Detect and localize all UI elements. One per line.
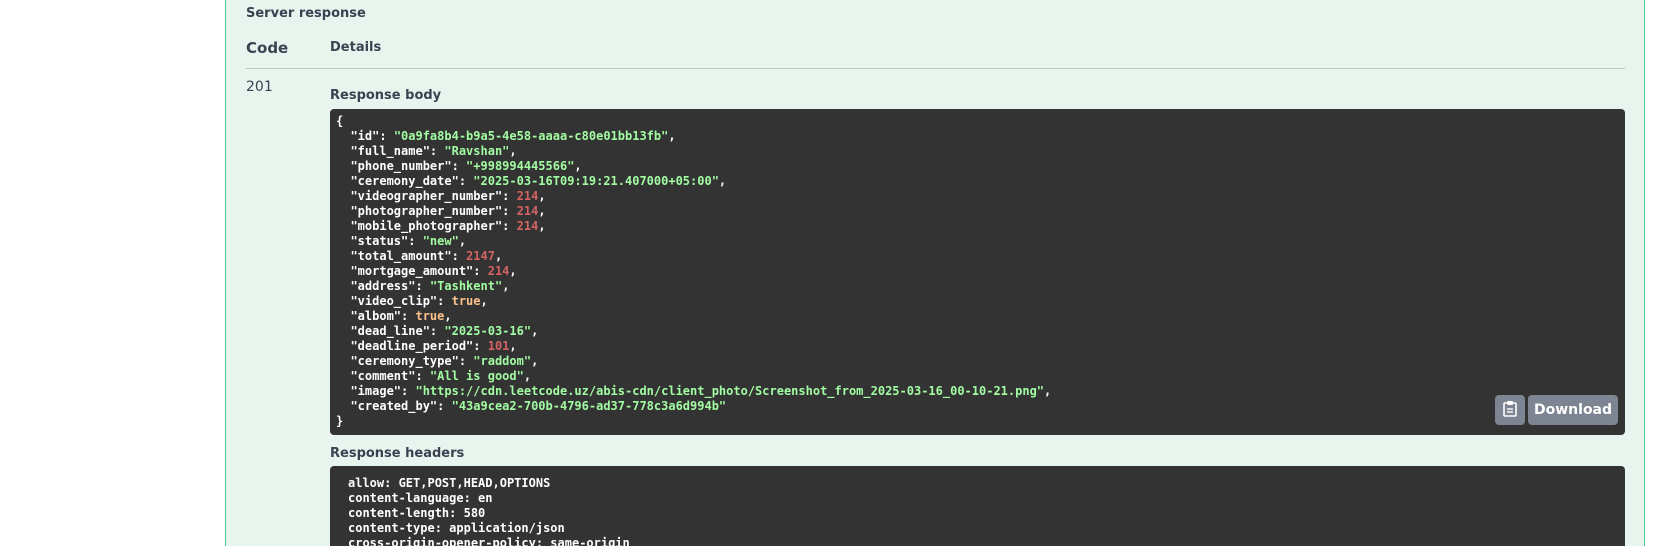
json-value: "All is good" [429,369,524,383]
json-key: "status" [336,234,409,248]
json-value: "Tashkent" [429,279,503,293]
json-line-status: "status": "new", [336,234,467,248]
json-key: "address" [336,279,416,293]
response-headers-label: Response headers [330,446,465,461]
json-key: "videographer_number" [336,189,503,203]
json-value: 101 [487,339,510,353]
copy-to-clipboard-button[interactable] [1495,395,1525,425]
clipboard-icon [1502,400,1518,420]
json-value: "new" [422,234,459,248]
json-key: "phone_number" [336,159,452,173]
json-key: "albom" [336,309,402,323]
json-key: "full_name" [336,144,430,158]
json-line-videographer-number: "videographer_number": 214, [336,189,546,203]
json-key: "video_clip" [336,294,438,308]
response-header-line: content-type: application/json [348,521,565,535]
json-value: "Ravshan" [444,144,510,158]
json-value: "raddom" [473,354,532,368]
download-button[interactable]: Download [1528,395,1619,425]
server-response-title: Server response [246,6,366,21]
json-line-dead-line: "dead_line": "2025-03-16", [336,324,539,338]
response-header-line: cross-origin-opener-policy: same-origin [348,536,630,546]
json-line-ceremony-type: "ceremony_type": "raddom", [336,354,539,368]
json-line-id: "id": "0a9fa8b4-b9a5-4e58-aaaa-c80e01bb1… [336,129,676,143]
json-key: "photographer_number" [336,204,503,218]
json-line-image: "image": "https://cdn.leetcode.uz/abis-c… [336,384,1052,398]
json-value: 214 [516,219,539,233]
response-header-line: content-language: en [348,491,493,505]
json-line-total-amount: "total_amount": 2147, [336,249,503,263]
json-key: "total_amount" [336,249,452,263]
json-value: 214 [516,189,539,203]
json-value: "0a9fa8b4-b9a5-4e58-aaaa-c80e01bb13fb" [393,129,669,143]
json-close-brace: } [336,414,344,428]
json-open-brace: { [336,114,344,128]
json-value: "43a9cea2-700b-4796-ad37-778c3a6d994b" [451,399,727,413]
response-headers-code[interactable]: allow: GET,POST,HEAD,OPTIONS content-lan… [330,466,1625,546]
code-column-header: Code [246,39,289,57]
json-key: "mobile_photographer" [336,219,503,233]
json-key: "ceremony_type" [336,354,459,368]
response-body-label: Response body [330,88,442,103]
json-value: "2025-03-16" [444,324,532,338]
json-key: "mortgage_amount" [336,264,474,278]
details-column-header: Details [330,40,382,55]
json-value: "+998994445566" [466,159,575,173]
json-line-created-by: "created_by": "43a9cea2-700b-4796-ad37-7… [336,399,727,413]
json-line-address: "address": "Tashkent", [336,279,510,293]
json-line-comment: "comment": "All is good", [336,369,532,383]
table-header-divider [246,68,1625,69]
json-line-phone-number: "phone_number": "+998994445566", [336,159,582,173]
json-value: "2025-03-16T09:19:21.407000+05:00" [473,174,719,188]
json-line-ceremony-date: "ceremony_date": "2025-03-16T09:19:21.40… [336,174,727,188]
json-line-full-name: "full_name": "Ravshan", [336,144,517,158]
json-value: "https://cdn.leetcode.uz/abis-cdn/client… [415,384,1045,398]
json-key: "image" [336,384,402,398]
json-line-photographer-number: "photographer_number": 214, [336,204,546,218]
json-key: "dead_line" [336,324,430,338]
json-value: 214 [487,264,510,278]
json-line-mobile-photographer: "mobile_photographer": 214, [336,219,546,233]
status-code: 201 [246,79,273,95]
json-line-video-clip: "video_clip": true, [336,294,488,308]
json-value: 2147 [466,249,495,263]
response-header-line: content-length: 580 [348,506,486,520]
json-value: 214 [516,204,539,218]
json-line-deadline-period: "deadline_period": 101, [336,339,517,353]
response-body-code[interactable]: { "id": "0a9fa8b4-b9a5-4e58-aaaa-c80e01b… [330,109,1625,435]
json-key: "created_by" [336,399,438,413]
json-line-albom: "albom": true, [336,309,452,323]
json-key: "ceremony_date" [336,174,459,188]
json-value: true [415,309,445,323]
json-line-mortgage-amount: "mortgage_amount": 214, [336,264,517,278]
json-key: "deadline_period" [336,339,474,353]
json-value: true [451,294,481,308]
json-key: "id" [336,129,380,143]
json-key: "comment" [336,369,416,383]
response-header-line: allow: GET,POST,HEAD,OPTIONS [348,476,551,490]
